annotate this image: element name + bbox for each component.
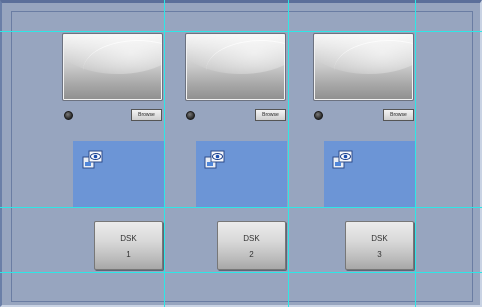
dsk-button-2[interactable]: DSK 2 [217,221,286,270]
dsk-label: DSK [371,234,388,243]
guide-line [288,0,289,307]
status-led-icon [314,111,323,120]
guide-line [0,272,482,273]
preview-monitor-2[interactable] [185,33,286,101]
dsk-label: DSK [120,234,137,243]
guide-line [0,31,482,32]
preview-monitor-3[interactable] [313,33,414,101]
dsk-number: 2 [249,250,254,259]
browse-button-1[interactable]: Browse [131,109,162,121]
guide-line [0,207,482,208]
preview-icon[interactable] [332,149,354,169]
dsk-button-1[interactable]: DSK 1 [94,221,163,270]
guide-line [164,0,165,307]
guide-line [415,0,416,307]
dsk-label: DSK [243,234,260,243]
status-led-icon [64,111,73,120]
status-led-icon [186,111,195,120]
preview-monitor-1[interactable] [62,33,163,101]
dsk-number: 3 [377,250,382,259]
dsk-button-3[interactable]: DSK 3 [345,221,414,270]
browse-button-3[interactable]: Browse [383,109,414,121]
preview-icon[interactable] [82,149,104,169]
preview-icon[interactable] [204,149,226,169]
dsk-number: 1 [126,250,131,259]
browse-button-2[interactable]: Browse [255,109,286,121]
